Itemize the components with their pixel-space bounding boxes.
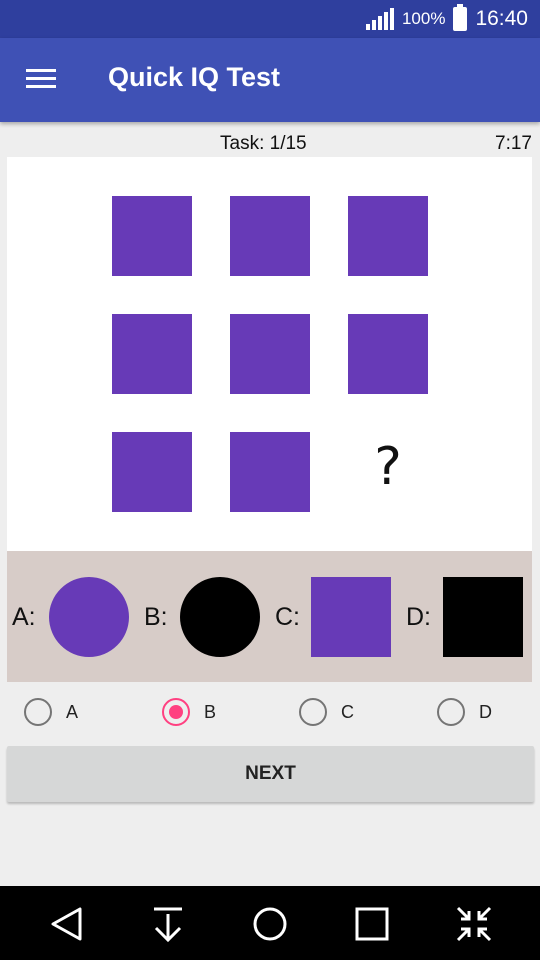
radio-label-c: C <box>341 701 354 722</box>
radio-label-d: D <box>479 701 492 722</box>
option-a-label: A: <box>12 603 36 631</box>
radio-circle-icon[interactable] <box>299 698 327 726</box>
radio-circle-icon[interactable] <box>437 698 465 726</box>
option-b-black-circle <box>180 577 260 657</box>
back-icon[interactable] <box>44 902 88 946</box>
radio-checked-icon[interactable] <box>162 698 190 726</box>
battery-icon <box>453 4 468 31</box>
missing-piece-question-mark: ? <box>374 437 402 497</box>
option-b-label: B: <box>144 603 168 631</box>
app-bar: Quick IQ Test <box>0 38 540 122</box>
radio-option-a[interactable]: A <box>24 698 78 726</box>
option-c-label: C: <box>275 603 300 631</box>
status-clock: 16:40 <box>475 7 528 30</box>
option-c-purple-square <box>311 577 391 657</box>
radio-option-c[interactable]: C <box>299 698 354 726</box>
hamburger-menu-icon[interactable] <box>26 67 58 91</box>
battery-percentage: 100% <box>401 9 446 28</box>
radio-option-d[interactable]: D <box>437 698 492 726</box>
home-icon[interactable] <box>248 902 292 946</box>
radio-label-a: A <box>66 701 79 722</box>
answer-radio-group: A B C D <box>0 690 540 734</box>
status-bar: 100% 16:40 <box>0 0 540 38</box>
recents-icon[interactable] <box>350 902 394 946</box>
task-counter: Task: 1/15 <box>220 133 307 154</box>
puzzle-square <box>112 314 192 394</box>
puzzle-panel: ? <box>7 157 532 551</box>
next-button[interactable]: NEXT <box>7 746 534 802</box>
option-d-black-square <box>443 577 523 657</box>
puzzle-square <box>348 196 428 276</box>
option-a-purple-circle <box>49 577 129 657</box>
countdown-timer: 7:17 <box>495 133 532 154</box>
download-icon[interactable] <box>146 902 190 946</box>
radio-circle-icon[interactable] <box>24 698 52 726</box>
option-d-label: D: <box>406 603 431 631</box>
radio-label-b: B <box>204 701 217 722</box>
answer-options-panel: A: B: C: D: <box>7 551 532 682</box>
collapse-icon[interactable] <box>452 902 496 946</box>
app-title: Quick IQ Test <box>108 62 281 92</box>
puzzle-square <box>112 432 192 512</box>
radio-option-b[interactable]: B <box>162 698 216 726</box>
puzzle-square <box>230 196 310 276</box>
system-navigation-bar <box>0 886 540 960</box>
puzzle-square <box>230 432 310 512</box>
puzzle-square <box>348 314 428 394</box>
signal-icon <box>365 8 394 30</box>
puzzle-square <box>230 314 310 394</box>
puzzle-square <box>112 196 192 276</box>
